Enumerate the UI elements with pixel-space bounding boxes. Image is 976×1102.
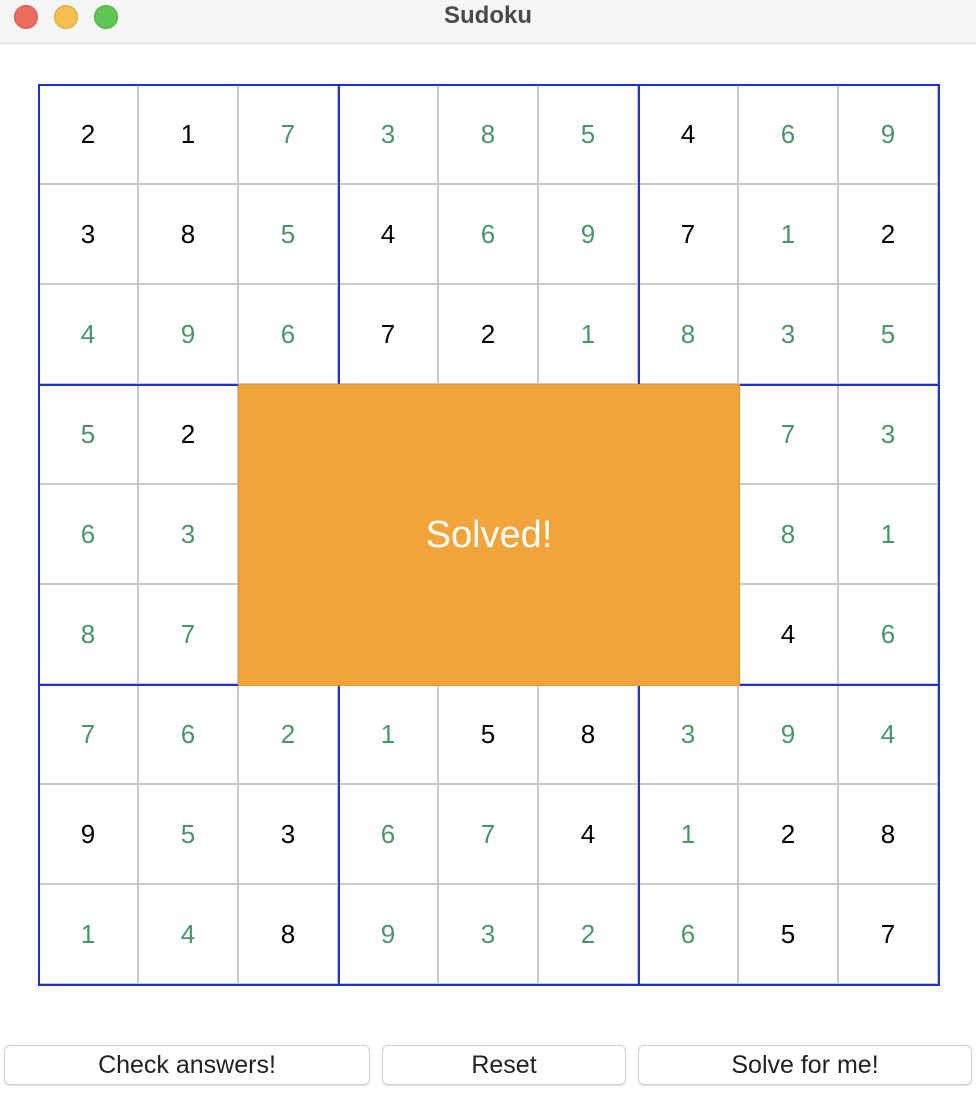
- sudoku-cell-r1-c9[interactable]: 9: [838, 84, 938, 184]
- sudoku-cell-r6-c1[interactable]: 8: [38, 584, 138, 684]
- sudoku-cell-r2-c3[interactable]: 5: [238, 184, 338, 284]
- sudoku-cell-r2-c9[interactable]: 2: [838, 184, 938, 284]
- sudoku-cell-r3-c8[interactable]: 3: [738, 284, 838, 384]
- sudoku-cell-r9-c3[interactable]: 8: [238, 884, 338, 984]
- sudoku-board: 2173854693854697124967218355273638187467…: [38, 84, 940, 986]
- sudoku-cell-r4-c8[interactable]: 7: [738, 384, 838, 484]
- sudoku-cell-r3-c6[interactable]: 1: [538, 284, 638, 384]
- sudoku-cell-r1-c3[interactable]: 7: [238, 84, 338, 184]
- sudoku-cell-r6-c2[interactable]: 7: [138, 584, 238, 684]
- sudoku-cell-r2-c2[interactable]: 8: [138, 184, 238, 284]
- title-bar: Sudoku: [0, 0, 976, 44]
- sudoku-cell-r7-c2[interactable]: 6: [138, 684, 238, 784]
- sudoku-cell-r2-c6[interactable]: 9: [538, 184, 638, 284]
- sudoku-cell-r7-c8[interactable]: 9: [738, 684, 838, 784]
- sudoku-cell-r8-c9[interactable]: 8: [838, 784, 938, 884]
- box-divider-vertical: [938, 84, 940, 986]
- sudoku-cell-r9-c8[interactable]: 5: [738, 884, 838, 984]
- sudoku-cell-r5-c8[interactable]: 8: [738, 484, 838, 584]
- sudoku-cell-r5-c9[interactable]: 1: [838, 484, 938, 584]
- sudoku-cell-r7-c4[interactable]: 1: [338, 684, 438, 784]
- sudoku-cell-r8-c6[interactable]: 4: [538, 784, 638, 884]
- sudoku-cell-r7-c3[interactable]: 2: [238, 684, 338, 784]
- check-answers-button[interactable]: Check answers!: [4, 1045, 370, 1085]
- sudoku-cell-r1-c5[interactable]: 8: [438, 84, 538, 184]
- sudoku-cell-r2-c7[interactable]: 7: [638, 184, 738, 284]
- sudoku-cell-r8-c5[interactable]: 7: [438, 784, 538, 884]
- sudoku-cell-r4-c9[interactable]: 3: [838, 384, 938, 484]
- sudoku-cell-r9-c4[interactable]: 9: [338, 884, 438, 984]
- sudoku-cell-r8-c4[interactable]: 6: [338, 784, 438, 884]
- box-divider-horizontal: [38, 84, 940, 86]
- sudoku-cell-r6-c9[interactable]: 6: [838, 584, 938, 684]
- sudoku-cell-r8-c7[interactable]: 1: [638, 784, 738, 884]
- sudoku-cell-r9-c5[interactable]: 3: [438, 884, 538, 984]
- window-title: Sudoku: [444, 2, 532, 29]
- solved-overlay: Solved!: [238, 384, 740, 686]
- sudoku-cell-r7-c5[interactable]: 5: [438, 684, 538, 784]
- sudoku-cell-r3-c2[interactable]: 9: [138, 284, 238, 384]
- sudoku-cell-r9-c1[interactable]: 1: [38, 884, 138, 984]
- sudoku-cell-r1-c6[interactable]: 5: [538, 84, 638, 184]
- box-divider-vertical: [38, 84, 40, 986]
- sudoku-cell-r1-c7[interactable]: 4: [638, 84, 738, 184]
- sudoku-cell-r8-c1[interactable]: 9: [38, 784, 138, 884]
- box-divider-horizontal: [38, 984, 940, 986]
- sudoku-cell-r3-c7[interactable]: 8: [638, 284, 738, 384]
- sudoku-cell-r4-c2[interactable]: 2: [138, 384, 238, 484]
- sudoku-cell-r2-c1[interactable]: 3: [38, 184, 138, 284]
- sudoku-cell-r1-c1[interactable]: 2: [38, 84, 138, 184]
- sudoku-cell-r1-c2[interactable]: 1: [138, 84, 238, 184]
- reset-button[interactable]: Reset: [382, 1045, 626, 1085]
- sudoku-cell-r1-c8[interactable]: 6: [738, 84, 838, 184]
- sudoku-cell-r5-c1[interactable]: 6: [38, 484, 138, 584]
- sudoku-cell-r8-c8[interactable]: 2: [738, 784, 838, 884]
- sudoku-cell-r2-c4[interactable]: 4: [338, 184, 438, 284]
- sudoku-cell-r7-c6[interactable]: 8: [538, 684, 638, 784]
- sudoku-cell-r3-c5[interactable]: 2: [438, 284, 538, 384]
- sudoku-cell-r7-c7[interactable]: 3: [638, 684, 738, 784]
- sudoku-cell-r8-c2[interactable]: 5: [138, 784, 238, 884]
- sudoku-cell-r9-c6[interactable]: 2: [538, 884, 638, 984]
- sudoku-cell-r3-c1[interactable]: 4: [38, 284, 138, 384]
- sudoku-cell-r9-c7[interactable]: 6: [638, 884, 738, 984]
- sudoku-cell-r2-c8[interactable]: 1: [738, 184, 838, 284]
- sudoku-cell-r3-c4[interactable]: 7: [338, 284, 438, 384]
- sudoku-cell-r9-c2[interactable]: 4: [138, 884, 238, 984]
- sudoku-cell-r3-c9[interactable]: 5: [838, 284, 938, 384]
- sudoku-cell-r5-c2[interactable]: 3: [138, 484, 238, 584]
- sudoku-cell-r7-c9[interactable]: 4: [838, 684, 938, 784]
- solve-button[interactable]: Solve for me!: [638, 1045, 972, 1085]
- sudoku-cell-r2-c5[interactable]: 6: [438, 184, 538, 284]
- sudoku-cell-r3-c3[interactable]: 6: [238, 284, 338, 384]
- sudoku-cell-r6-c8[interactable]: 4: [738, 584, 838, 684]
- sudoku-cell-r4-c1[interactable]: 5: [38, 384, 138, 484]
- sudoku-cell-r1-c4[interactable]: 3: [338, 84, 438, 184]
- sudoku-cell-r7-c1[interactable]: 7: [38, 684, 138, 784]
- sudoku-cell-r9-c9[interactable]: 7: [838, 884, 938, 984]
- sudoku-cell-r8-c3[interactable]: 3: [238, 784, 338, 884]
